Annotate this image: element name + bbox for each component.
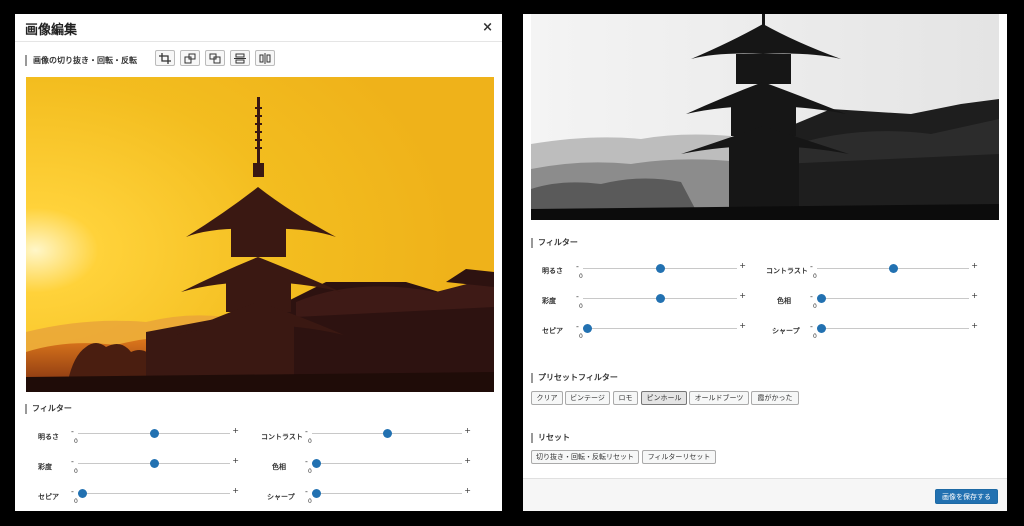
preset-clear-button[interactable]: クリア	[531, 391, 563, 405]
sharpen-label: シャープ	[772, 327, 800, 335]
slider-thumb[interactable]	[78, 489, 87, 498]
hue-slider[interactable]: - +0	[810, 292, 978, 311]
sharpen-label: シャープ	[267, 493, 295, 501]
section-marker	[25, 55, 27, 66]
contrast-slider[interactable]: - +0	[305, 427, 471, 446]
dialog-footer: 画像を保存する	[523, 478, 1007, 511]
contrast-slider[interactable]: - +0	[810, 262, 978, 281]
save-image-button[interactable]: 画像を保存する	[935, 489, 998, 504]
preset-old-boots-button[interactable]: オールドブーツ	[689, 391, 749, 405]
flip-vertical-button[interactable]	[230, 50, 250, 66]
slider-thumb[interactable]	[889, 264, 898, 273]
filters-heading: フィルター	[25, 403, 72, 414]
toolbar-label: 画像の切り抜き・回転・反転	[33, 56, 137, 65]
slider-thumb[interactable]	[817, 294, 826, 303]
slider-thumb[interactable]	[656, 264, 665, 273]
rotate-left-icon	[184, 53, 196, 63]
reset-crop-rotate-button[interactable]: 切り抜き・回転・反転リセット	[531, 450, 639, 464]
flip-vertical-icon	[234, 53, 246, 63]
slider-thumb[interactable]	[383, 429, 392, 438]
brightness-label: 明るさ	[38, 433, 59, 441]
contrast-label: コントラスト	[766, 267, 808, 275]
flip-horizontal-icon	[259, 52, 271, 64]
contrast-label: コントラスト	[261, 433, 303, 441]
sepia-label: セピア	[542, 327, 563, 335]
rotate-left-button[interactable]	[180, 50, 200, 66]
reset-heading: リセット	[531, 432, 570, 443]
slider-thumb[interactable]	[817, 324, 826, 333]
sharpen-slider[interactable]: - +0	[810, 322, 978, 341]
dialog-header: 画像編集 ×	[15, 14, 502, 42]
sharpen-slider[interactable]: - +0	[305, 487, 471, 506]
slider-thumb[interactable]	[656, 294, 665, 303]
brightness-slider[interactable]: - +0	[576, 262, 746, 281]
saturation-slider[interactable]: - +0	[71, 457, 239, 476]
dialog-title: 画像編集	[25, 23, 78, 38]
rotate-right-button[interactable]	[205, 50, 225, 66]
slider-thumb[interactable]	[583, 324, 592, 333]
image-edit-dialog: 画像編集 × 画像の切り抜き・回転・反転 フィルター 明るさ - + 0 コント…	[15, 14, 502, 511]
close-button[interactable]: ×	[482, 20, 493, 35]
crop-rotate-toolbar: 画像の切り抜き・回転・反転	[25, 50, 485, 68]
slider-thumb[interactable]	[150, 429, 159, 438]
preview-image-monochrome	[531, 14, 999, 220]
hue-label: 色相	[777, 297, 791, 305]
preset-filters-heading: プリセットフィルター	[531, 372, 618, 383]
saturation-label: 彩度	[542, 297, 556, 305]
sepia-slider[interactable]: - +0	[71, 487, 239, 506]
sepia-label: セピア	[38, 493, 59, 501]
preset-pinhole-button[interactable]: ピンホール	[641, 391, 687, 405]
reset-filters-button[interactable]: フィルターリセット	[642, 450, 716, 464]
crop-button[interactable]	[155, 50, 175, 66]
hue-label: 色相	[272, 463, 286, 471]
preset-vintage-button[interactable]: ビンテージ	[565, 391, 610, 405]
flip-horizontal-button[interactable]	[255, 50, 275, 66]
slider-thumb[interactable]	[312, 459, 321, 468]
slider-thumb[interactable]	[150, 459, 159, 468]
image-edit-dialog-scrolled: フィルター 明るさ - +0 コントラスト - +0 彩度 - +0 色相 - +0 セ…	[523, 14, 1007, 511]
rotate-right-icon	[209, 53, 221, 63]
preview-image	[26, 77, 494, 392]
hue-slider[interactable]: - +0	[305, 457, 471, 476]
filters-heading-right: フィルター	[531, 237, 578, 248]
saturation-label: 彩度	[38, 463, 52, 471]
preset-lomo-button[interactable]: ロモ	[613, 391, 638, 405]
preset-hazy-button[interactable]: 霞がかった	[751, 391, 799, 405]
brightness-slider[interactable]: - +0	[71, 427, 239, 446]
crop-icon	[159, 52, 171, 64]
sepia-slider[interactable]: - +0	[576, 322, 746, 341]
slider-thumb[interactable]	[312, 489, 321, 498]
saturation-slider[interactable]: - +0	[576, 292, 746, 311]
brightness-label: 明るさ	[542, 267, 563, 275]
